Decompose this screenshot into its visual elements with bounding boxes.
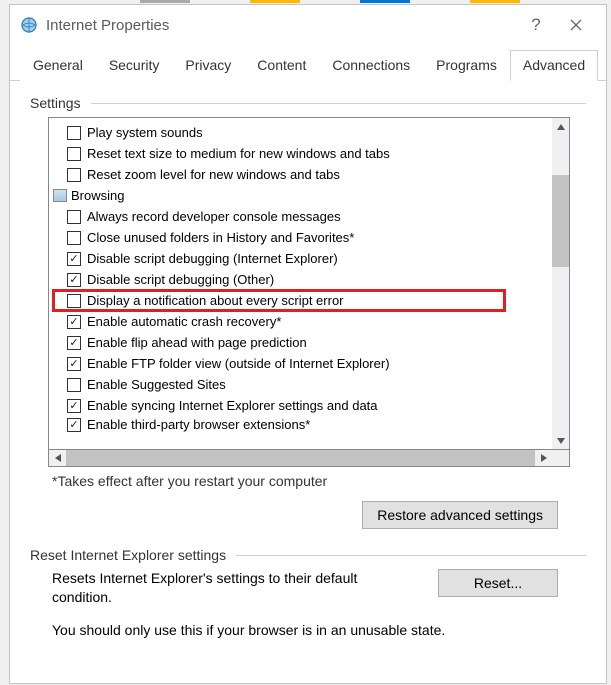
titlebar: Internet Properties ? xyxy=(10,5,606,45)
settings-item[interactable]: Enable third-party browser extensions* xyxy=(49,416,552,433)
checkbox[interactable] xyxy=(67,210,81,224)
checkbox[interactable] xyxy=(67,294,81,308)
settings-item[interactable]: Enable syncing Internet Explorer setting… xyxy=(49,395,552,416)
settings-item[interactable]: Disable script debugging (Other) xyxy=(49,269,552,290)
reset-warning: You should only use this if your browser… xyxy=(52,621,586,640)
item-label: Reset text size to medium for new window… xyxy=(87,146,390,161)
checkbox[interactable] xyxy=(67,315,81,329)
item-label: Enable automatic crash recovery* xyxy=(87,314,281,329)
reset-button[interactable]: Reset... xyxy=(438,569,558,597)
settings-item[interactable]: Reset zoom level for new windows and tab… xyxy=(49,164,552,185)
category-icon xyxy=(53,189,67,202)
checkbox[interactable] xyxy=(67,147,81,161)
tab-advanced[interactable]: Advanced xyxy=(510,50,598,81)
settings-group-header: Settings xyxy=(30,95,586,111)
settings-item[interactable]: Enable FTP folder view (outside of Inter… xyxy=(49,353,552,374)
checkbox[interactable] xyxy=(67,252,81,266)
checkbox[interactable] xyxy=(67,168,81,182)
horizontal-scrollbar[interactable] xyxy=(48,450,570,467)
scroll-up-button[interactable] xyxy=(552,118,569,135)
item-label: Browsing xyxy=(71,188,124,203)
checkbox[interactable] xyxy=(67,273,81,287)
item-label: Disable script debugging (Internet Explo… xyxy=(87,251,338,266)
other-window-stubs xyxy=(0,0,611,3)
item-label: Enable Suggested Sites xyxy=(87,377,226,392)
settings-item[interactable]: Enable Suggested Sites xyxy=(49,374,552,395)
checkbox[interactable] xyxy=(67,231,81,245)
item-label: Enable FTP folder view (outside of Inter… xyxy=(87,356,390,371)
h-scroll-thumb[interactable] xyxy=(66,450,535,466)
tab-privacy[interactable]: Privacy xyxy=(172,50,244,81)
restart-note: *Takes effect after you restart your com… xyxy=(52,473,586,489)
checkbox[interactable] xyxy=(67,126,81,140)
tab-general[interactable]: General xyxy=(20,50,96,81)
item-label: Play system sounds xyxy=(87,125,203,140)
item-label: Close unused folders in History and Favo… xyxy=(87,230,354,245)
help-button[interactable]: ? xyxy=(516,11,556,39)
settings-listbox[interactable]: Play system sounds Reset text size to med… xyxy=(48,117,570,450)
tab-strip: General Security Privacy Content Connect… xyxy=(10,45,606,81)
internet-properties-dialog: Internet Properties ? General Security P… xyxy=(9,4,607,684)
close-button[interactable] xyxy=(556,11,596,39)
tab-security[interactable]: Security xyxy=(96,50,173,81)
settings-item[interactable]: Display a notification about every scrip… xyxy=(53,290,505,311)
scroll-down-button[interactable] xyxy=(552,432,569,449)
restore-advanced-settings-button[interactable]: Restore advanced settings xyxy=(362,501,558,529)
settings-item[interactable]: Disable script debugging (Internet Explo… xyxy=(49,248,552,269)
vertical-scrollbar[interactable] xyxy=(552,118,569,449)
item-label: Enable third-party browser extensions* xyxy=(87,417,310,432)
scroll-right-button[interactable] xyxy=(535,450,552,466)
settings-label: Settings xyxy=(30,95,85,111)
settings-item[interactable]: Close unused folders in History and Favo… xyxy=(49,227,552,248)
settings-item[interactable]: Enable automatic crash recovery* xyxy=(49,311,552,332)
checkbox[interactable] xyxy=(67,336,81,350)
tab-programs[interactable]: Programs xyxy=(423,50,510,81)
settings-item[interactable]: Enable flip ahead with page prediction xyxy=(49,332,552,353)
item-label: Reset zoom level for new windows and tab… xyxy=(87,167,340,182)
item-label: Always record developer console messages xyxy=(87,209,341,224)
item-label: Enable syncing Internet Explorer setting… xyxy=(87,398,378,413)
scroll-left-button[interactable] xyxy=(49,450,66,466)
checkbox[interactable] xyxy=(67,378,81,392)
reset-label: Reset Internet Explorer settings xyxy=(30,547,230,563)
reset-group-header: Reset Internet Explorer settings xyxy=(30,547,586,563)
scroll-thumb[interactable] xyxy=(552,175,569,267)
item-label: Enable flip ahead with page prediction xyxy=(87,335,307,350)
settings-item[interactable]: Reset text size to medium for new window… xyxy=(49,143,552,164)
tab-connections[interactable]: Connections xyxy=(319,50,423,81)
checkbox[interactable] xyxy=(67,357,81,371)
checkbox[interactable] xyxy=(67,399,81,413)
scroll-track[interactable] xyxy=(552,135,569,432)
tab-content[interactable]: Content xyxy=(244,50,319,81)
reset-description: Resets Internet Explorer's settings to t… xyxy=(52,569,418,607)
window-title: Internet Properties xyxy=(46,17,516,34)
settings-item[interactable]: Always record developer console messages xyxy=(49,206,552,227)
checkbox[interactable] xyxy=(67,418,81,432)
internet-options-icon xyxy=(20,16,38,34)
settings-category: Browsing xyxy=(49,185,552,206)
item-label: Display a notification about every scrip… xyxy=(87,293,344,308)
settings-item[interactable]: Play system sounds xyxy=(49,122,552,143)
item-label: Disable script debugging (Other) xyxy=(87,272,274,287)
